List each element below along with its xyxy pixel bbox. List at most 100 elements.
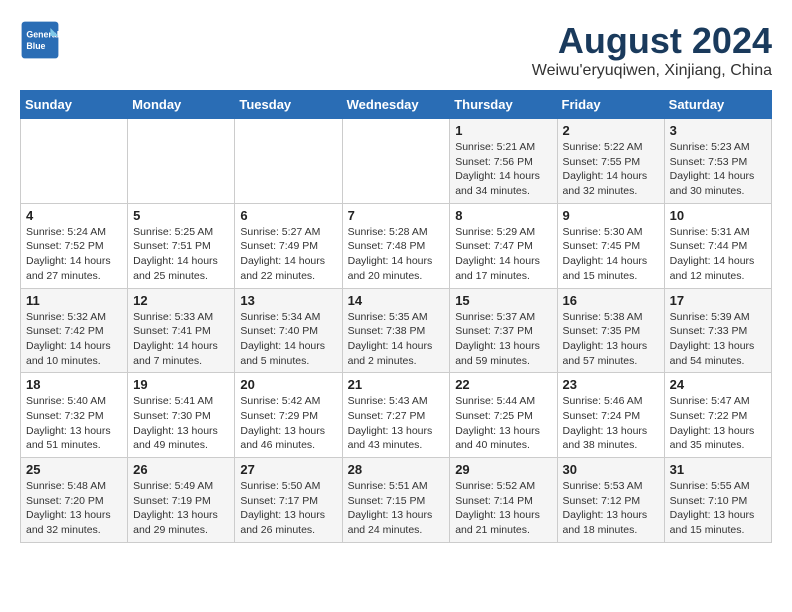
- day-number: 9: [563, 208, 659, 223]
- day-info: Sunrise: 5:43 AM Sunset: 7:27 PM Dayligh…: [348, 394, 445, 453]
- day-number: 31: [670, 462, 766, 477]
- week-row-2: 4Sunrise: 5:24 AM Sunset: 7:52 PM Daylig…: [21, 203, 772, 288]
- logo: General Blue: [20, 20, 60, 60]
- day-number: 5: [133, 208, 229, 223]
- day-cell: 26Sunrise: 5:49 AM Sunset: 7:19 PM Dayli…: [128, 458, 235, 543]
- day-number: 24: [670, 377, 766, 392]
- day-info: Sunrise: 5:28 AM Sunset: 7:48 PM Dayligh…: [348, 225, 445, 284]
- day-cell: 22Sunrise: 5:44 AM Sunset: 7:25 PM Dayli…: [450, 373, 557, 458]
- day-info: Sunrise: 5:52 AM Sunset: 7:14 PM Dayligh…: [455, 479, 551, 538]
- day-cell: 17 Sunrise: 5:39 AM Sunset: 7:33 PM Dayli…: [664, 288, 771, 373]
- day-cell: [342, 119, 450, 204]
- day-info: Sunrise: 5:48 AM Sunset: 7:20 PM Dayligh…: [26, 479, 122, 538]
- day-number: 11: [26, 293, 122, 308]
- day-number: 20: [240, 377, 336, 392]
- day-info: Sunrise: 5:49 AM Sunset: 7:19 PM Dayligh…: [133, 479, 229, 538]
- day-number: 29: [455, 462, 551, 477]
- day-info: Sunrise: 5:42 AM Sunset: 7:29 PM Dayligh…: [240, 394, 336, 453]
- day-info: Sunrise: 5:38 AM Sunset: 7:35 PM Dayligh…: [563, 310, 659, 369]
- day-number: 12: [133, 293, 229, 308]
- day-cell: 10Sunrise: 5:31 AM Sunset: 7:44 PM Dayli…: [664, 203, 771, 288]
- day-cell: 2 Sunrise: 5:22 AM Sunset: 7:55 PM Daylig…: [557, 119, 664, 204]
- day-info: Sunrise: 5:55 AM Sunset: 7:10 PM Dayligh…: [670, 479, 766, 538]
- day-cell: 9 Sunrise: 5:30 AM Sunset: 7:45 PM Daylig…: [557, 203, 664, 288]
- day-number: 21: [348, 377, 445, 392]
- day-cell: [128, 119, 235, 204]
- day-cell: [235, 119, 342, 204]
- day-number: 17: [670, 293, 766, 308]
- day-cell: 21 Sunrise: 5:43 AM Sunset: 7:27 PM Dayli…: [342, 373, 450, 458]
- day-cell: 8Sunrise: 5:29 AM Sunset: 7:47 PM Daylig…: [450, 203, 557, 288]
- day-info: Sunrise: 5:35 AM Sunset: 7:38 PM Dayligh…: [348, 310, 445, 369]
- day-info: Sunrise: 5:44 AM Sunset: 7:25 PM Dayligh…: [455, 394, 551, 453]
- day-info: Sunrise: 5:33 AM Sunset: 7:41 PM Dayligh…: [133, 310, 229, 369]
- day-info: Sunrise: 5:51 AM Sunset: 7:15 PM Dayligh…: [348, 479, 445, 538]
- day-cell: 15 Sunrise: 5:37 AM Sunset: 7:37 PM Dayli…: [450, 288, 557, 373]
- day-number: 14: [348, 293, 445, 308]
- day-info: Sunrise: 5:31 AM Sunset: 7:44 PM Dayligh…: [670, 225, 766, 284]
- day-info: Sunrise: 5:37 AM Sunset: 7:37 PM Dayligh…: [455, 310, 551, 369]
- day-number: 18: [26, 377, 122, 392]
- day-cell: 28 Sunrise: 5:51 AM Sunset: 7:15 PM Dayli…: [342, 458, 450, 543]
- day-info: Sunrise: 5:41 AM Sunset: 7:30 PM Dayligh…: [133, 394, 229, 453]
- col-saturday: Saturday: [664, 91, 771, 119]
- day-cell: 14 Sunrise: 5:35 AM Sunset: 7:38 PM Dayli…: [342, 288, 450, 373]
- col-friday: Friday: [557, 91, 664, 119]
- day-number: 8: [455, 208, 551, 223]
- month-title: August 2024: [532, 20, 772, 62]
- day-info: Sunrise: 5:46 AM Sunset: 7:24 PM Dayligh…: [563, 394, 659, 453]
- day-cell: 20 Sunrise: 5:42 AM Sunset: 7:29 PM Dayli…: [235, 373, 342, 458]
- week-row-4: 18 Sunrise: 5:40 AM Sunset: 7:32 PM Dayli…: [21, 373, 772, 458]
- week-row-1: 1 Sunrise: 5:21 AM Sunset: 7:56 PM Daylig…: [21, 119, 772, 204]
- svg-text:Blue: Blue: [26, 41, 45, 51]
- day-cell: 12 Sunrise: 5:33 AM Sunset: 7:41 PM Dayli…: [128, 288, 235, 373]
- day-info: Sunrise: 5:47 AM Sunset: 7:22 PM Dayligh…: [670, 394, 766, 453]
- day-number: 13: [240, 293, 336, 308]
- week-row-5: 25 Sunrise: 5:48 AM Sunset: 7:20 PM Dayli…: [21, 458, 772, 543]
- col-sunday: Sunday: [21, 91, 128, 119]
- day-info: Sunrise: 5:34 AM Sunset: 7:40 PM Dayligh…: [240, 310, 336, 369]
- day-info: Sunrise: 5:25 AM Sunset: 7:51 PM Dayligh…: [133, 225, 229, 284]
- day-cell: 6Sunrise: 5:27 AM Sunset: 7:49 PM Daylig…: [235, 203, 342, 288]
- day-cell: 1 Sunrise: 5:21 AM Sunset: 7:56 PM Daylig…: [450, 119, 557, 204]
- day-cell: 3 Sunrise: 5:23 AM Sunset: 7:53 PM Daylig…: [664, 119, 771, 204]
- day-cell: 13 Sunrise: 5:34 AM Sunset: 7:40 PM Dayli…: [235, 288, 342, 373]
- day-number: 15: [455, 293, 551, 308]
- week-row-3: 11 Sunrise: 5:32 AM Sunset: 7:42 PM Dayli…: [21, 288, 772, 373]
- day-cell: 16Sunrise: 5:38 AM Sunset: 7:35 PM Dayli…: [557, 288, 664, 373]
- day-info: Sunrise: 5:23 AM Sunset: 7:53 PM Dayligh…: [670, 140, 766, 199]
- location: Weiwu'eryuqiwen, Xinjiang, China: [532, 62, 772, 80]
- day-info: Sunrise: 5:21 AM Sunset: 7:56 PM Dayligh…: [455, 140, 551, 199]
- day-number: 30: [563, 462, 659, 477]
- day-cell: 30Sunrise: 5:53 AM Sunset: 7:12 PM Dayli…: [557, 458, 664, 543]
- logo-icon: General Blue: [20, 20, 60, 60]
- day-number: 7: [348, 208, 445, 223]
- day-info: Sunrise: 5:32 AM Sunset: 7:42 PM Dayligh…: [26, 310, 122, 369]
- col-monday: Monday: [128, 91, 235, 119]
- day-cell: 7 Sunrise: 5:28 AM Sunset: 7:48 PM Daylig…: [342, 203, 450, 288]
- day-number: 25: [26, 462, 122, 477]
- page-header: General Blue August 2024 Weiwu'eryuqiwen…: [20, 20, 772, 80]
- day-number: 19: [133, 377, 229, 392]
- day-number: 3: [670, 123, 766, 138]
- day-cell: 29 Sunrise: 5:52 AM Sunset: 7:14 PM Dayli…: [450, 458, 557, 543]
- day-info: Sunrise: 5:22 AM Sunset: 7:55 PM Dayligh…: [563, 140, 659, 199]
- day-number: 4: [26, 208, 122, 223]
- day-cell: 27Sunrise: 5:50 AM Sunset: 7:17 PM Dayli…: [235, 458, 342, 543]
- col-tuesday: Tuesday: [235, 91, 342, 119]
- day-number: 2: [563, 123, 659, 138]
- col-wednesday: Wednesday: [342, 91, 450, 119]
- day-number: 1: [455, 123, 551, 138]
- day-info: Sunrise: 5:40 AM Sunset: 7:32 PM Dayligh…: [26, 394, 122, 453]
- day-number: 28: [348, 462, 445, 477]
- day-info: Sunrise: 5:30 AM Sunset: 7:45 PM Dayligh…: [563, 225, 659, 284]
- day-number: 6: [240, 208, 336, 223]
- day-info: Sunrise: 5:39 AM Sunset: 7:33 PM Dayligh…: [670, 310, 766, 369]
- day-number: 23: [563, 377, 659, 392]
- day-cell: 11 Sunrise: 5:32 AM Sunset: 7:42 PM Dayli…: [21, 288, 128, 373]
- calendar-table: Sunday Monday Tuesday Wednesday Thursday…: [20, 90, 772, 543]
- day-number: 27: [240, 462, 336, 477]
- day-cell: 25 Sunrise: 5:48 AM Sunset: 7:20 PM Dayli…: [21, 458, 128, 543]
- day-cell: [21, 119, 128, 204]
- day-cell: 19 Sunrise: 5:41 AM Sunset: 7:30 PM Dayli…: [128, 373, 235, 458]
